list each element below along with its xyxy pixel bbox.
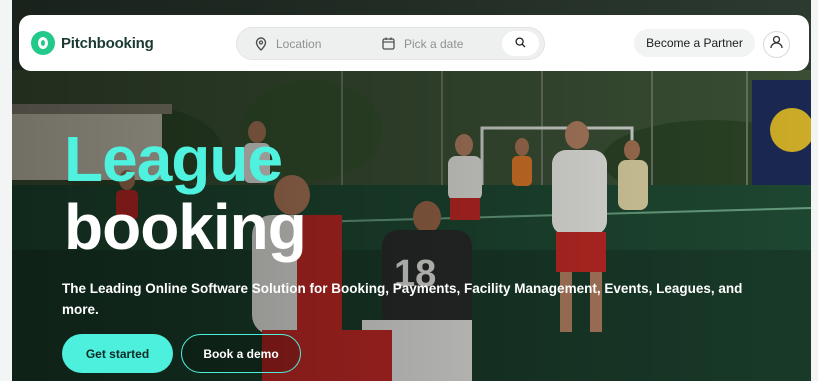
date-field[interactable]: Pick a date xyxy=(382,28,463,59)
date-placeholder: Pick a date xyxy=(404,36,464,51)
logo-icon xyxy=(31,31,55,55)
brand-name: Pitchbooking xyxy=(61,34,154,52)
book-demo-button[interactable]: Book a demo xyxy=(181,334,301,373)
hero-headline: booking xyxy=(64,191,307,263)
get-started-button[interactable]: Get started xyxy=(62,334,173,373)
location-field[interactable]: Location xyxy=(255,28,321,59)
become-partner-button[interactable]: Become a Partner xyxy=(634,29,755,57)
top-navbar: Pitchbooking Location Pick a date Become… xyxy=(19,15,809,71)
location-placeholder: Location xyxy=(276,36,322,51)
hero-subtitle: The Leading Online Software Solution for… xyxy=(62,281,743,317)
location-pin-icon xyxy=(255,36,267,51)
user-account-button[interactable] xyxy=(763,31,790,58)
user-icon xyxy=(770,35,783,54)
calendar-icon xyxy=(382,37,395,50)
search-bar: Location Pick a date xyxy=(236,27,545,60)
brand-logo[interactable]: Pitchbooking xyxy=(31,31,154,55)
search-icon xyxy=(515,35,526,53)
hero-headline-highlight: League xyxy=(64,123,283,195)
search-button[interactable] xyxy=(502,31,539,56)
